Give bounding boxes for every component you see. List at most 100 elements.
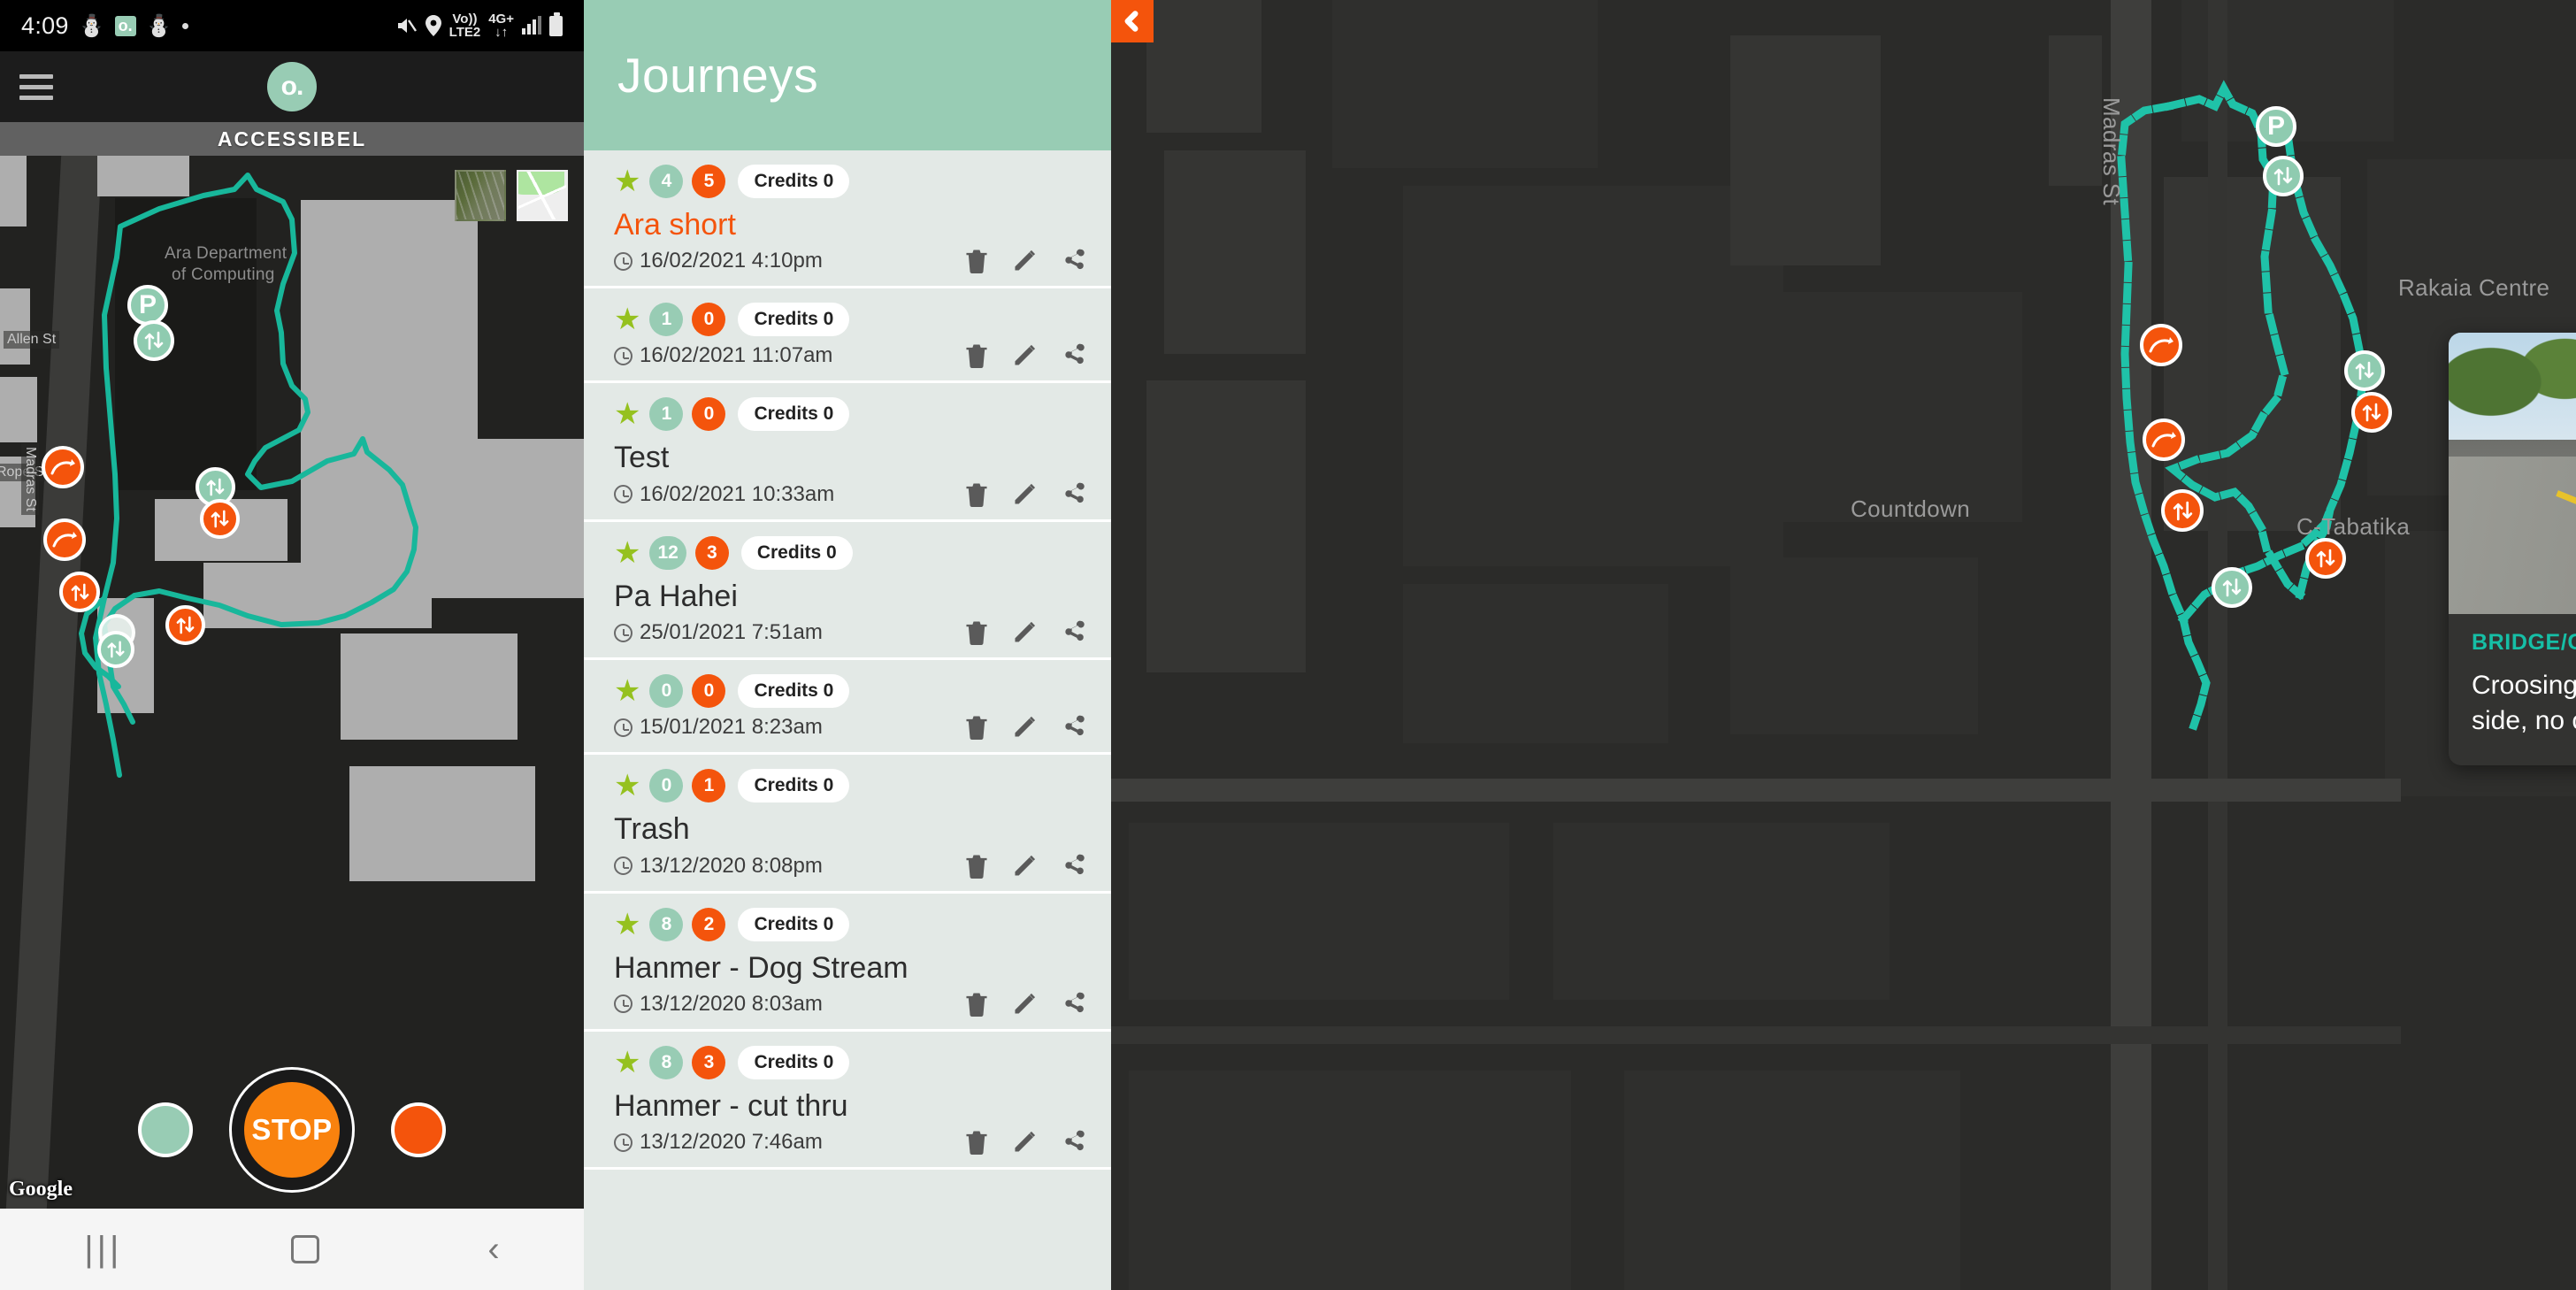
marker-crossing[interactable] bbox=[2212, 567, 2252, 608]
journey-badges: ★ 8 3 Credits 0 bbox=[584, 1045, 1111, 1079]
back-button[interactable]: ‹ bbox=[487, 1232, 499, 1267]
satellite-thumbnail[interactable] bbox=[455, 170, 506, 221]
edit-icon[interactable] bbox=[1012, 480, 1039, 507]
marker-crossing[interactable] bbox=[97, 631, 134, 668]
recording-controls: STOP bbox=[0, 1055, 584, 1205]
chevron-left-icon bbox=[1124, 11, 1138, 32]
add-positive-marker-button[interactable] bbox=[138, 1102, 193, 1157]
marker-turn[interactable] bbox=[2140, 324, 2182, 366]
journey-list-item[interactable]: ★ 8 2 Credits 0 Hanmer - Dog Stream 13/12/202… bbox=[584, 893, 1111, 1032]
stop-recording-button[interactable]: STOP bbox=[232, 1070, 352, 1190]
home-button[interactable] bbox=[290, 1235, 319, 1263]
marker-crossing[interactable] bbox=[2161, 489, 2204, 532]
edit-icon[interactable] bbox=[1012, 618, 1039, 645]
network-indicator: Vo)) LTE2 bbox=[448, 11, 481, 40]
star-icon: ★ bbox=[614, 303, 641, 337]
journey-list-item[interactable]: ★ 0 1 Credits 0 Trash 13/12/2020 8:08pm bbox=[584, 755, 1111, 894]
journey-actions bbox=[964, 713, 1088, 741]
parking-icon: P bbox=[138, 290, 157, 319]
edit-icon[interactable] bbox=[1012, 1128, 1039, 1155]
journey-list-item[interactable]: ★ 12 3 Credits 0 Pa Hahei 25/01/2021 7:51am bbox=[584, 521, 1111, 661]
journey-list-item[interactable]: ★ 1 0 Credits 0 16/02/2021 11:07am bbox=[584, 288, 1111, 384]
share-icon[interactable] bbox=[1062, 247, 1088, 273]
clock-icon bbox=[614, 994, 632, 1014]
map-detail-panel[interactable]: Madras St Rakaia Centre Countdown C-Taba… bbox=[1111, 0, 2576, 1290]
edit-icon[interactable] bbox=[1012, 342, 1039, 368]
journey-timestamp: 13/12/2020 7:46am bbox=[640, 1130, 823, 1155]
marker-turn[interactable] bbox=[43, 518, 86, 561]
parking-icon: P bbox=[2266, 111, 2285, 141]
terrain-thumbnail[interactable] bbox=[517, 170, 568, 221]
back-button[interactable] bbox=[1111, 0, 1154, 42]
marker-turn[interactable] bbox=[2143, 418, 2185, 461]
journey-actions bbox=[964, 852, 1088, 879]
marker-crossing[interactable] bbox=[165, 605, 205, 645]
delete-icon[interactable] bbox=[964, 618, 989, 646]
share-icon[interactable] bbox=[1062, 990, 1088, 1017]
journey-list-item[interactable]: ★ 4 5 Credits 0 Ara short 16/02/2021 4:10pm bbox=[584, 150, 1111, 289]
positive-count-badge: 0 bbox=[649, 769, 684, 803]
delete-icon[interactable] bbox=[964, 852, 989, 879]
journey-list-item[interactable]: ★ 0 0 Credits 0 15/01/2021 8:23am bbox=[584, 660, 1111, 756]
up-down-arrows-icon bbox=[71, 583, 88, 601]
journey-actions bbox=[964, 1128, 1088, 1156]
phone-map[interactable]: Ara Department of Computing Allen St Rop… bbox=[0, 156, 584, 1209]
delete-icon[interactable] bbox=[964, 990, 989, 1017]
marker-parking[interactable]: P bbox=[2256, 106, 2296, 147]
edit-icon[interactable] bbox=[1012, 247, 1039, 273]
gmail-icon: ⛄ bbox=[145, 13, 172, 38]
edit-icon[interactable] bbox=[1012, 990, 1039, 1017]
street-label: Madras St bbox=[21, 443, 39, 515]
delete-icon[interactable] bbox=[964, 1128, 989, 1156]
share-icon[interactable] bbox=[1062, 1128, 1088, 1155]
delete-icon[interactable] bbox=[964, 480, 989, 507]
marker-crossing[interactable] bbox=[200, 499, 240, 539]
positive-count-badge: 1 bbox=[649, 303, 684, 337]
journey-timestamp: 13/12/2020 8:08pm bbox=[640, 853, 823, 878]
marker-crossing[interactable] bbox=[2344, 350, 2385, 391]
map-layer-thumbnails[interactable] bbox=[455, 170, 568, 221]
marker-crossing[interactable] bbox=[2351, 392, 2392, 433]
marker-crossing[interactable] bbox=[134, 320, 174, 361]
up-down-arrows-icon bbox=[2222, 578, 2242, 597]
journey-timestamp: 16/02/2021 10:33am bbox=[640, 481, 835, 506]
delete-icon[interactable] bbox=[964, 713, 989, 741]
journey-badges: ★ 1 0 Credits 0 bbox=[584, 303, 1111, 337]
hamburger-menu-icon[interactable] bbox=[19, 73, 53, 100]
map-label: Rakaia Centre bbox=[2398, 274, 2550, 301]
app-bar: o. bbox=[0, 51, 584, 122]
street-label: Madras St bbox=[2098, 97, 2125, 206]
clock-icon bbox=[614, 1133, 632, 1152]
marker-crossing[interactable] bbox=[2263, 156, 2304, 196]
map-label: of Computing bbox=[172, 265, 275, 284]
edit-icon[interactable] bbox=[1012, 852, 1039, 879]
share-icon[interactable] bbox=[1062, 342, 1088, 368]
marker-crossing[interactable] bbox=[2305, 538, 2346, 579]
dot-icon bbox=[181, 22, 188, 29]
journey-badges: ★ 8 2 Credits 0 bbox=[584, 907, 1111, 941]
share-icon[interactable] bbox=[1062, 713, 1088, 740]
delete-icon[interactable] bbox=[964, 342, 989, 369]
marker-crossing[interactable] bbox=[59, 572, 100, 612]
data-arrows-icon: ↓↑ bbox=[494, 25, 509, 40]
add-barrier-marker-button[interactable] bbox=[391, 1102, 446, 1157]
curve-arrow-icon bbox=[52, 532, 77, 548]
edit-icon[interactable] bbox=[1012, 713, 1039, 740]
status-bar-right: Vo)) LTE2 4G+ ↓↑ bbox=[396, 11, 563, 40]
share-icon[interactable] bbox=[1062, 480, 1088, 507]
marker-parking[interactable]: P bbox=[127, 285, 168, 326]
journey-list-item[interactable]: ★ 1 0 Credits 0 Test 16/02/2021 10:33am bbox=[584, 383, 1111, 522]
journey-name: Pa Hahei bbox=[614, 579, 738, 613]
delete-icon[interactable] bbox=[964, 247, 989, 274]
share-icon[interactable] bbox=[1062, 852, 1088, 879]
journey-timestamp: 16/02/2021 4:10pm bbox=[640, 249, 823, 273]
clock-icon bbox=[614, 623, 632, 642]
journey-badges: ★ 0 0 Credits 0 bbox=[584, 674, 1111, 709]
recents-button[interactable]: ||| bbox=[84, 1232, 122, 1267]
share-icon[interactable] bbox=[1062, 618, 1088, 645]
credits-badge: Credits 0 bbox=[738, 303, 850, 337]
marker-turn[interactable] bbox=[42, 446, 84, 488]
status-bar-clock: 4:09 bbox=[21, 12, 69, 39]
journey-list-item[interactable]: ★ 8 3 Credits 0 Hanmer - cut thru 13/12/2020 … bbox=[584, 1031, 1111, 1171]
marker-info-card[interactable]: BRIDGE/CROSSING Croosing road difficult.… bbox=[2449, 333, 2576, 765]
